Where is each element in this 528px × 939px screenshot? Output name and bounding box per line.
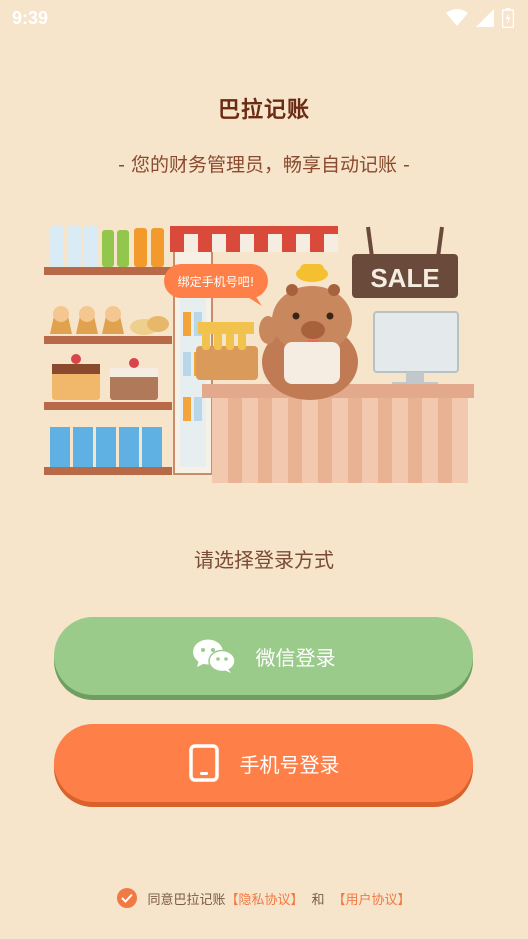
- status-bar: 9:39: [0, 0, 528, 36]
- sale-sign: SALE: [352, 226, 458, 298]
- user-agreement-link[interactable]: 【用户协议】: [333, 889, 411, 908]
- status-icons: [446, 8, 514, 28]
- sale-text: SALE: [370, 263, 439, 293]
- agreement-row: 同意巴拉记账 【隐私协议】 和 【用户协议】: [0, 888, 528, 908]
- agreement-and: 和: [311, 892, 325, 908]
- wifi-icon: [446, 9, 468, 26]
- privacy-agreement-link[interactable]: 【隐私协议】: [225, 889, 303, 908]
- status-time: 9:39: [12, 7, 49, 28]
- agreement-prefix: 同意巴拉记账: [147, 892, 226, 908]
- counter: [202, 384, 474, 483]
- wechat-icon: [192, 638, 236, 674]
- speech-bubble-text: 绑定手机号吧!: [178, 274, 255, 289]
- app-subtitle: - 您的财务管理员，畅享自动记账 -: [118, 154, 410, 176]
- wechat-login-label: 微信登录: [255, 645, 336, 670]
- check-icon[interactable]: [117, 888, 138, 908]
- wechat-login-button[interactable]: 微信登录: [54, 617, 473, 695]
- awning: [170, 226, 338, 252]
- shelf-unit: [44, 226, 172, 475]
- phone-login-button[interactable]: 手机号登录: [54, 724, 473, 802]
- store-illustration: SALE 绑定手机号吧!: [44, 226, 474, 483]
- signal-icon: [476, 9, 494, 27]
- phone-icon: [188, 744, 220, 782]
- monitor: [373, 311, 459, 387]
- capybara-mascot: [259, 264, 358, 400]
- phone-login-label: 手机号登录: [239, 752, 340, 777]
- app-title: 巴拉记账: [217, 98, 310, 123]
- login-prompt: 请选择登录方式: [194, 548, 334, 572]
- bread-basket: [196, 322, 258, 380]
- battery-icon: [502, 8, 514, 28]
